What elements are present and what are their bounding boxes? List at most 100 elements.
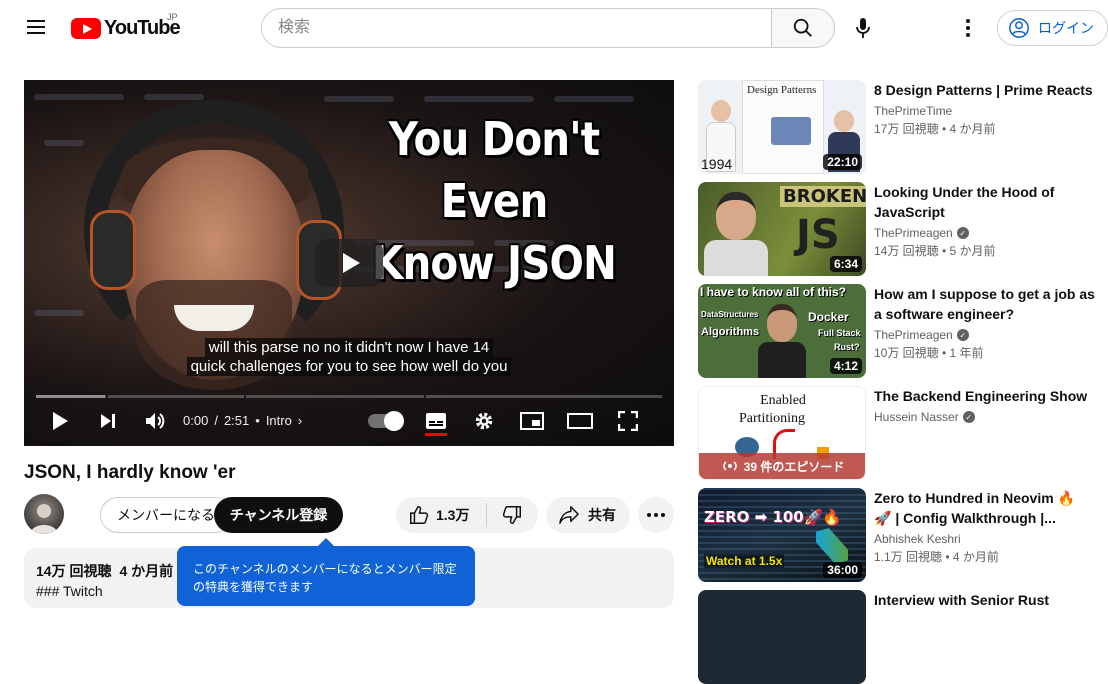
- video-meta: 14万 回視聴 • 5 か月前: [874, 244, 996, 258]
- search-input[interactable]: [261, 8, 771, 48]
- theater-mode-button[interactable]: [566, 406, 594, 436]
- thumbnail-title-line2: Know JSON: [371, 236, 617, 290]
- channel-name[interactable]: Abhishek Keshri: [874, 532, 1096, 546]
- thumb-tag: Full Stack: [818, 328, 861, 338]
- youtube-logo[interactable]: YouTube JP: [71, 12, 181, 40]
- video-duration: 6:34: [829, 256, 862, 272]
- related-video-item[interactable]: Design Patterns 1994 22:10 8 Design Patt…: [698, 80, 1098, 174]
- volume-button[interactable]: [140, 406, 170, 436]
- video-duration: 36:00: [823, 562, 862, 578]
- chevron-right-icon[interactable]: ›: [298, 413, 302, 428]
- channel-name[interactable]: ThePrimeagen ✓: [874, 328, 1096, 342]
- video-title-link[interactable]: How am I suppose to get a job as a softw…: [874, 284, 1096, 324]
- current-time: 0:00: [183, 413, 209, 428]
- video-title-link[interactable]: Zero to Hundred in Neovim 🔥 🚀 | Config W…: [874, 488, 1096, 528]
- chapter-marker: [244, 395, 246, 398]
- more-dot: [661, 513, 665, 517]
- video-thumbnail[interactable]: BROKEN JS 6:34: [698, 182, 866, 276]
- verified-badge-icon: ✓: [956, 329, 969, 341]
- channel-name-text: Abhishek Keshri: [874, 532, 961, 546]
- thumb-line1: Enabled: [760, 393, 806, 408]
- join-membership-label: メンバーになる: [117, 507, 215, 523]
- related-video-item[interactable]: I have to know all of this? DataStructur…: [698, 284, 1098, 378]
- settings-button[interactable]: [470, 406, 498, 436]
- thumb-js-logo: JS: [796, 212, 840, 258]
- video-info: How am I suppose to get a job as a softw…: [874, 284, 1096, 361]
- playlist-episode-bar: 39 件のエピソード: [699, 453, 865, 479]
- video-player[interactable]: You Don't Even Know JSON will this parse…: [24, 80, 674, 446]
- like-count: 1.3万: [436, 507, 470, 523]
- video-meta: 10万 回視聴 • 1 年前: [874, 346, 984, 360]
- more-actions-button[interactable]: [638, 497, 674, 533]
- youtube-play-icon: [71, 17, 101, 39]
- play-button[interactable]: [46, 406, 74, 436]
- like-button[interactable]: 1.3万: [396, 497, 486, 533]
- login-button[interactable]: ログイン: [997, 10, 1108, 46]
- tooltip-line2: の特典を獲得できます: [193, 580, 314, 594]
- verified-badge-icon: ✓: [962, 411, 975, 423]
- avatar-person: [30, 504, 58, 534]
- upload-age: 4 か月前: [119, 563, 174, 579]
- more-dot: [654, 513, 658, 517]
- video-duration: 22:10: [823, 154, 862, 170]
- subtitles-active-indicator: [425, 433, 447, 436]
- playlist-info: The Backend Engineering Show Hussein Nas…: [874, 386, 1096, 424]
- channel-name[interactable]: Hussein Nasser ✓: [874, 410, 1096, 424]
- video-meta: 17万 回視聴 • 4 か月前: [874, 122, 996, 136]
- thumb-book-art: [771, 117, 811, 145]
- progress-bar[interactable]: [36, 395, 662, 398]
- search-button[interactable]: [771, 8, 835, 48]
- microphone-icon: [856, 18, 870, 38]
- video-info: Interview with Senior Rust: [874, 590, 1096, 610]
- verified-badge-icon: ✓: [956, 227, 969, 239]
- thumb-line2: Partitioning: [738, 411, 806, 426]
- thumb-broken-text: BROKEN: [780, 186, 866, 207]
- video-meta: 1.1万 回視聴 • 4 か月前: [874, 550, 999, 564]
- video-thumbnail[interactable]: Design Patterns 1994 22:10: [698, 80, 866, 174]
- settings-menu-icon[interactable]: [952, 12, 984, 44]
- related-video-item[interactable]: Interview with Senior Rust: [698, 590, 1098, 684]
- video-thumbnail[interactable]: I have to know all of this? DataStructur…: [698, 284, 866, 378]
- playlist-title-link[interactable]: The Backend Engineering Show: [874, 386, 1096, 406]
- tooltip-line1: このチャンネルのメンバーになるとメンバー限定: [193, 562, 457, 576]
- channel-name-text: ThePrimeTime: [874, 104, 953, 118]
- autoplay-toggle[interactable]: [368, 411, 404, 431]
- fullscreen-button[interactable]: [614, 406, 642, 436]
- miniplayer-button[interactable]: [518, 406, 546, 436]
- chapter-title[interactable]: Intro: [266, 413, 292, 428]
- share-button[interactable]: 共有: [546, 497, 630, 533]
- video-thumbnail[interactable]: [698, 590, 866, 684]
- playlist-thumbnail[interactable]: Enabled Partitioning 39 件のエピソード: [698, 386, 866, 480]
- next-button[interactable]: [94, 406, 122, 436]
- channel-avatar[interactable]: [24, 494, 64, 534]
- related-video-item[interactable]: BROKEN JS 6:34 Looking Under the Hood of…: [698, 182, 1098, 276]
- dislike-button[interactable]: [487, 497, 537, 533]
- video-thumbnail[interactable]: ZERO ➡ 100🚀🔥 Watch at 1.5x 36:00: [698, 488, 866, 582]
- gear-icon: [475, 412, 493, 430]
- thumb-person: [758, 304, 806, 378]
- time-separator: /: [214, 413, 218, 428]
- video-title-link[interactable]: Looking Under the Hood of JavaScript: [874, 182, 1096, 222]
- related-video-item[interactable]: ZERO ➡ 100🚀🔥 Watch at 1.5x 36:00 Zero to…: [698, 488, 1098, 582]
- hamburger-menu-icon[interactable]: [20, 17, 52, 39]
- subtitles-button[interactable]: [422, 406, 450, 436]
- progress-loaded: [36, 395, 105, 398]
- fullscreen-icon: [618, 411, 638, 431]
- subscribe-button[interactable]: チャンネル登録: [214, 497, 343, 533]
- login-label: ログイン: [1038, 20, 1094, 36]
- caption-line1: will this parse no no it didn't now I ha…: [204, 338, 494, 357]
- large-play-button[interactable]: [315, 239, 383, 287]
- chapter-marker: [424, 395, 426, 398]
- search-bar: [261, 8, 835, 48]
- voice-search-button[interactable]: [843, 8, 883, 48]
- channel-name[interactable]: ThePrimeagen ✓: [874, 226, 1096, 240]
- more-dot: [647, 513, 651, 517]
- left-ear-cup: [90, 210, 136, 290]
- duration: 2:51: [223, 413, 250, 428]
- top-bar: YouTube JP ログイン: [0, 0, 1109, 56]
- video-title-link[interactable]: Interview with Senior Rust: [874, 590, 1096, 610]
- related-playlist-item[interactable]: Enabled Partitioning 39 件のエピソード The Back…: [698, 386, 1098, 480]
- video-title-link[interactable]: 8 Design Patterns | Prime Reacts: [874, 80, 1096, 100]
- video-info: Looking Under the Hood of JavaScript The…: [874, 182, 1096, 259]
- channel-name[interactable]: ThePrimeTime: [874, 104, 1096, 118]
